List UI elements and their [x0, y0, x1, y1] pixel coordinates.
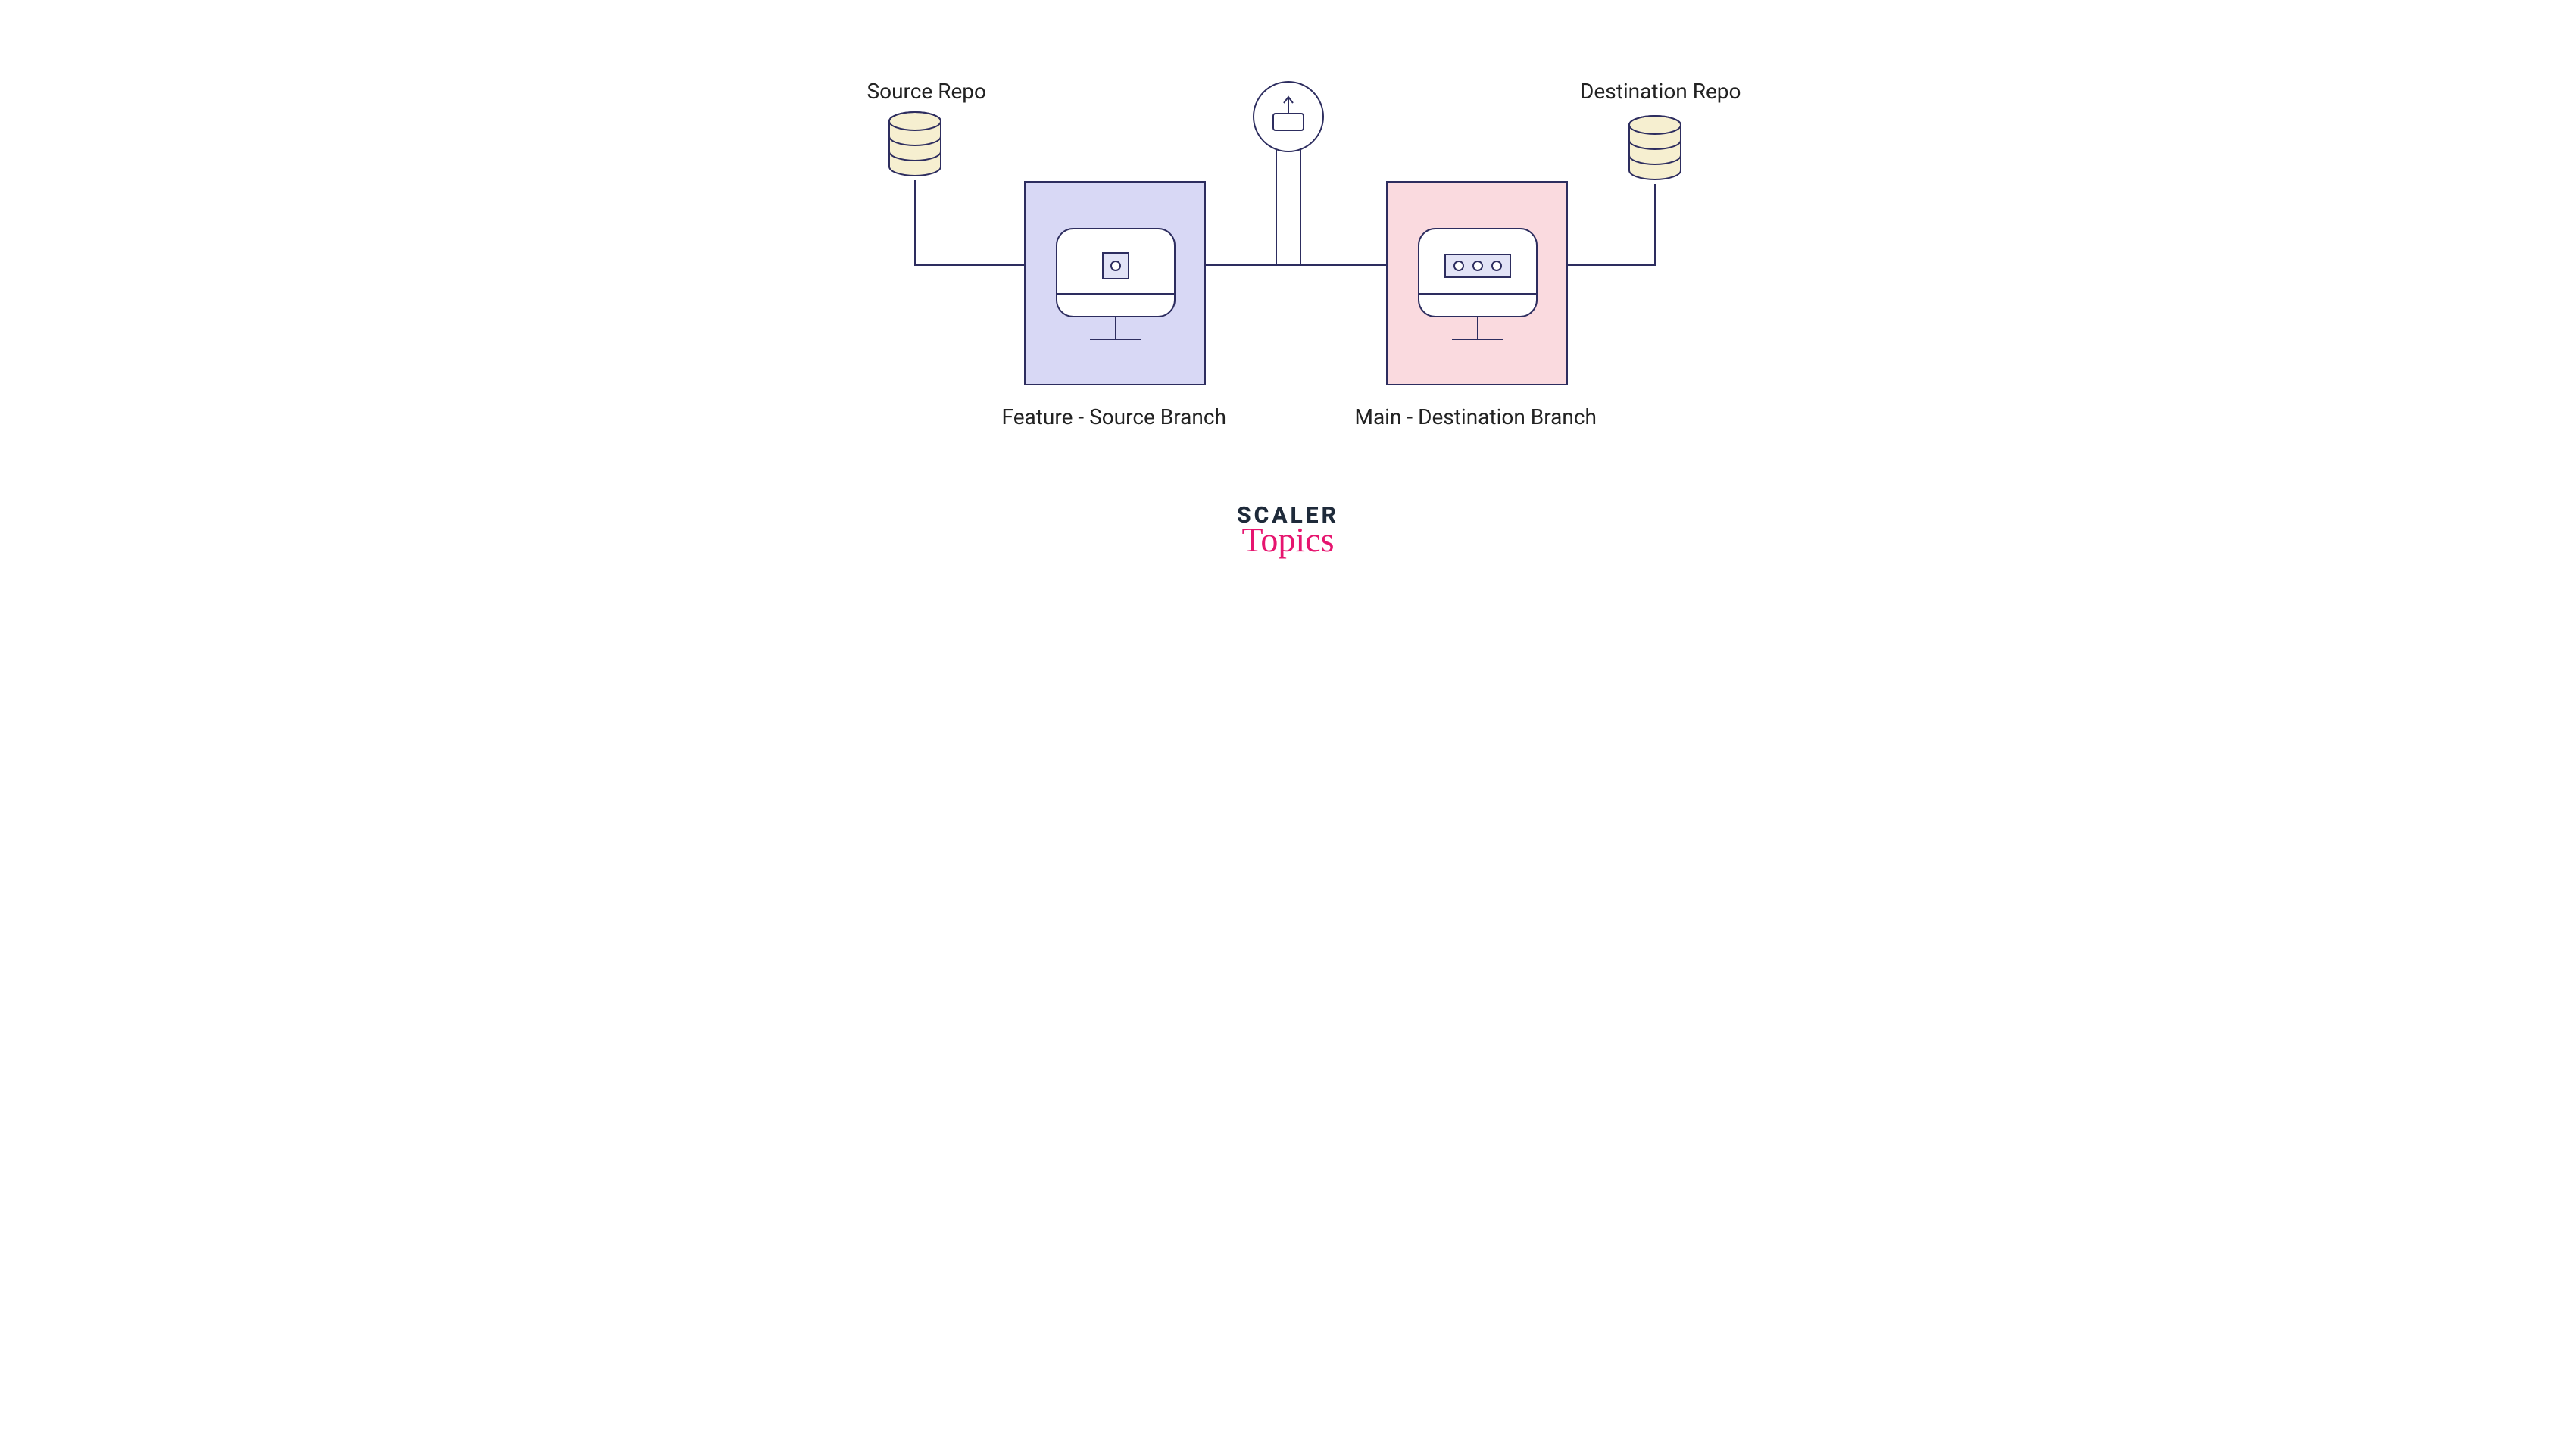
source-repo-cylinder-icon	[889, 112, 941, 176]
logo-line2: Topics	[1237, 523, 1339, 557]
feature-branch-label: Feature - Source Branch	[1002, 404, 1226, 429]
diagram-canvas: Source Repo Destination Repo Feature - S…	[737, 0, 1840, 618]
destination-repo-label: Destination Repo	[1580, 79, 1741, 104]
feature-branch-box	[1025, 182, 1205, 385]
scaler-topics-logo: SCALER Topics	[1237, 504, 1339, 557]
main-branch-label: Main - Destination Branch	[1355, 404, 1597, 429]
source-repo-label: Source Repo	[867, 79, 987, 104]
main-branch-box	[1387, 182, 1567, 385]
push-icon	[1254, 82, 1323, 265]
destination-repo-cylinder-icon	[1629, 116, 1681, 179]
